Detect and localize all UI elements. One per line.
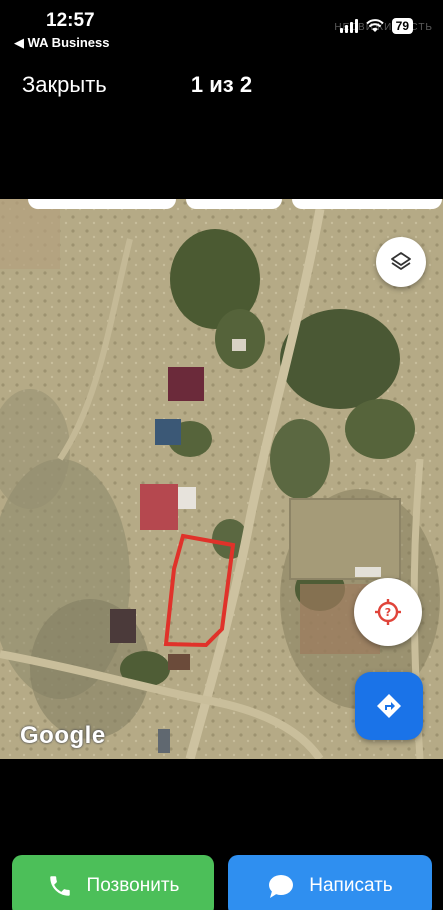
battery-indicator: 79	[391, 18, 413, 34]
phone-icon	[49, 876, 70, 896]
status-indicators: 79	[339, 18, 413, 34]
layers-icon	[391, 252, 411, 270]
write-button-label: Написать	[309, 875, 393, 896]
directions-button[interactable]	[355, 672, 423, 740]
screen: 12:57 ◀ WA Business НЕДВИЖИМОСТЬ 79 Закр…	[0, 0, 443, 910]
back-to-app-link[interactable]: ◀ WA Business	[14, 35, 109, 51]
call-button[interactable]: Позвонить	[12, 855, 214, 910]
cellular-signal-icon	[339, 19, 358, 33]
write-message-button[interactable]: Написать	[228, 855, 432, 910]
status-time: 12:57	[46, 10, 95, 31]
map-card	[186, 199, 282, 209]
map-card	[292, 199, 442, 209]
google-logo: Google	[20, 722, 106, 749]
my-location-button[interactable]: ?	[354, 578, 422, 646]
close-button[interactable]: Закрыть	[22, 72, 107, 98]
map-card	[28, 199, 176, 209]
layers-button[interactable]	[376, 237, 426, 287]
chat-bubble-icon	[269, 875, 294, 898]
locate-icon: ?	[375, 599, 401, 625]
map-top-cards	[0, 199, 443, 211]
wifi-icon	[365, 19, 384, 32]
svg-text:?: ?	[385, 606, 391, 619]
directions-icon	[377, 694, 401, 718]
call-button-label: Позвонить	[86, 875, 180, 896]
